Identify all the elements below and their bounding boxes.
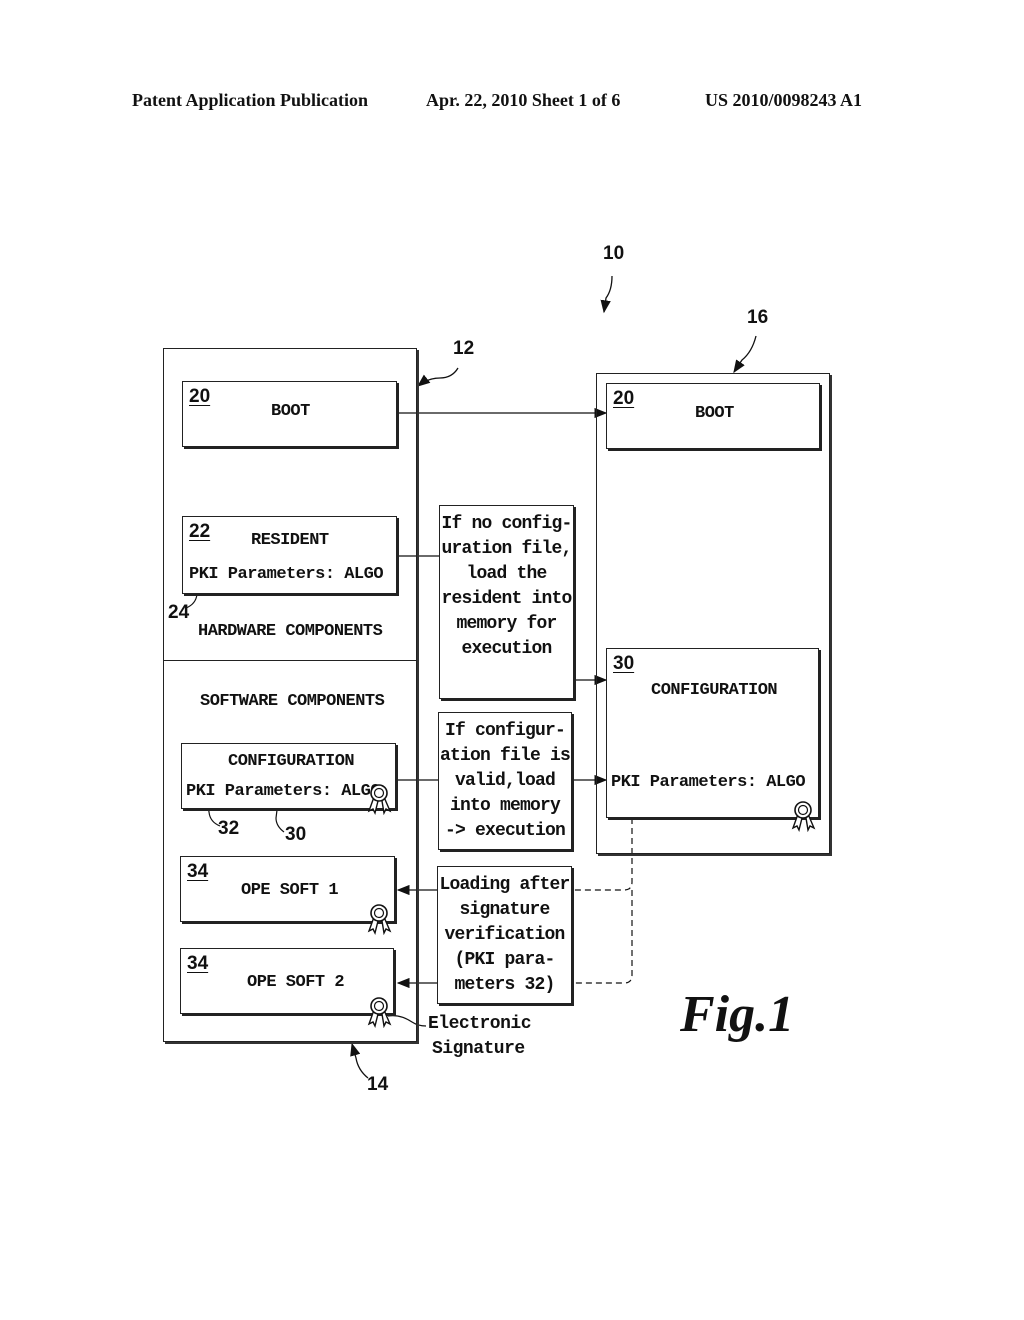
figure-label: Fig.1: [680, 986, 795, 1043]
note-line: If configur-: [444, 721, 566, 741]
ope-soft-1-label: OPE SOFT 1: [241, 881, 339, 900]
hardware-software-divider: [163, 660, 416, 661]
note-line: load the: [466, 564, 547, 584]
publication-date-sheet: Apr. 22, 2010 Sheet 1 of 6: [426, 90, 621, 110]
seal-ribbon-icon: [791, 801, 816, 832]
leader-14: [350, 1042, 369, 1079]
note-loading-after-verification: Loading after signature verification (PK…: [437, 866, 572, 1004]
configuration-block-memory: 30 CONFIGURATION PKI Parameters: ALGO: [606, 648, 819, 818]
leader-12: [416, 367, 459, 387]
seal-ribbon-icon: [367, 997, 392, 1028]
note-no-configuration: If no config- uration file, load the res…: [439, 505, 574, 699]
memory-config-label: CONFIGURATION: [651, 681, 778, 700]
seal-ribbon-icon: [367, 784, 392, 815]
leader-10: [600, 275, 613, 314]
note-line: into memory: [449, 796, 561, 816]
resident-pki: PKI Parameters: ALGO: [189, 565, 384, 584]
ope-soft-2-num: 34: [187, 953, 209, 974]
configuration-label: CONFIGURATION: [228, 752, 355, 771]
note-line: (PKI para-: [454, 950, 555, 970]
ref-10: 10: [603, 243, 625, 264]
note-line: resident into: [441, 589, 572, 609]
ope-soft-1-num: 34: [187, 861, 209, 882]
resident-label: RESIDENT: [251, 531, 329, 550]
note-line: memory for: [456, 614, 557, 634]
note-line: ation file is: [439, 746, 571, 766]
electronic-signature-label-line1: Electronic: [428, 1014, 532, 1034]
ref-16: 16: [747, 307, 769, 328]
boot-block-memory: 20 BOOT: [606, 383, 820, 449]
resident-num: 22: [189, 521, 211, 542]
note-line: verification: [444, 925, 565, 945]
note-line: uration file,: [441, 539, 572, 559]
leader-16: [733, 335, 757, 374]
note-line: If no config-: [441, 514, 572, 534]
note-line: Loading after: [439, 875, 570, 895]
note-line: meters 32): [454, 975, 555, 995]
ope-soft-2-label: OPE SOFT 2: [247, 973, 345, 992]
note-line: signature: [459, 900, 550, 920]
note-line: valid,load: [454, 771, 556, 791]
note-valid-configuration: If configur- ation file is valid,load in…: [438, 712, 572, 850]
note-line: execution: [461, 639, 552, 659]
memory-config-pki: PKI Parameters: ALGO: [611, 773, 806, 792]
boot-label: BOOT: [271, 402, 310, 421]
ope-soft-2-block: 34 OPE SOFT 2: [180, 948, 394, 1014]
resident-block: 22 RESIDENT PKI Parameters: ALGO: [182, 516, 397, 594]
software-components-label: SOFTWARE COMPONENTS: [200, 692, 385, 711]
publication-number: US 2010/0098243 A1: [705, 90, 863, 110]
boot-num: 20: [189, 386, 211, 407]
hardware-components-label: HARDWARE COMPONENTS: [198, 622, 383, 641]
boot-block-device: 20 BOOT: [182, 381, 397, 447]
configuration-block-device: CONFIGURATION PKI Parameters: ALGO: [181, 743, 396, 809]
ref-14: 14: [367, 1074, 389, 1095]
ref-12: 12: [453, 338, 475, 359]
memory-config-num: 30: [613, 653, 635, 674]
publication-type: Patent Application Publication: [132, 90, 369, 110]
memory-boot-label: BOOT: [695, 404, 734, 423]
configuration-pki: PKI Parameters: ALGO: [186, 782, 381, 801]
seal-ribbon-icon: [367, 904, 392, 935]
memory-boot-num: 20: [613, 388, 635, 409]
ope-soft-1-block: 34 OPE SOFT 1: [180, 856, 395, 922]
note-line: -> execution: [444, 821, 566, 841]
electronic-signature-label-line2: Signature: [432, 1039, 525, 1059]
